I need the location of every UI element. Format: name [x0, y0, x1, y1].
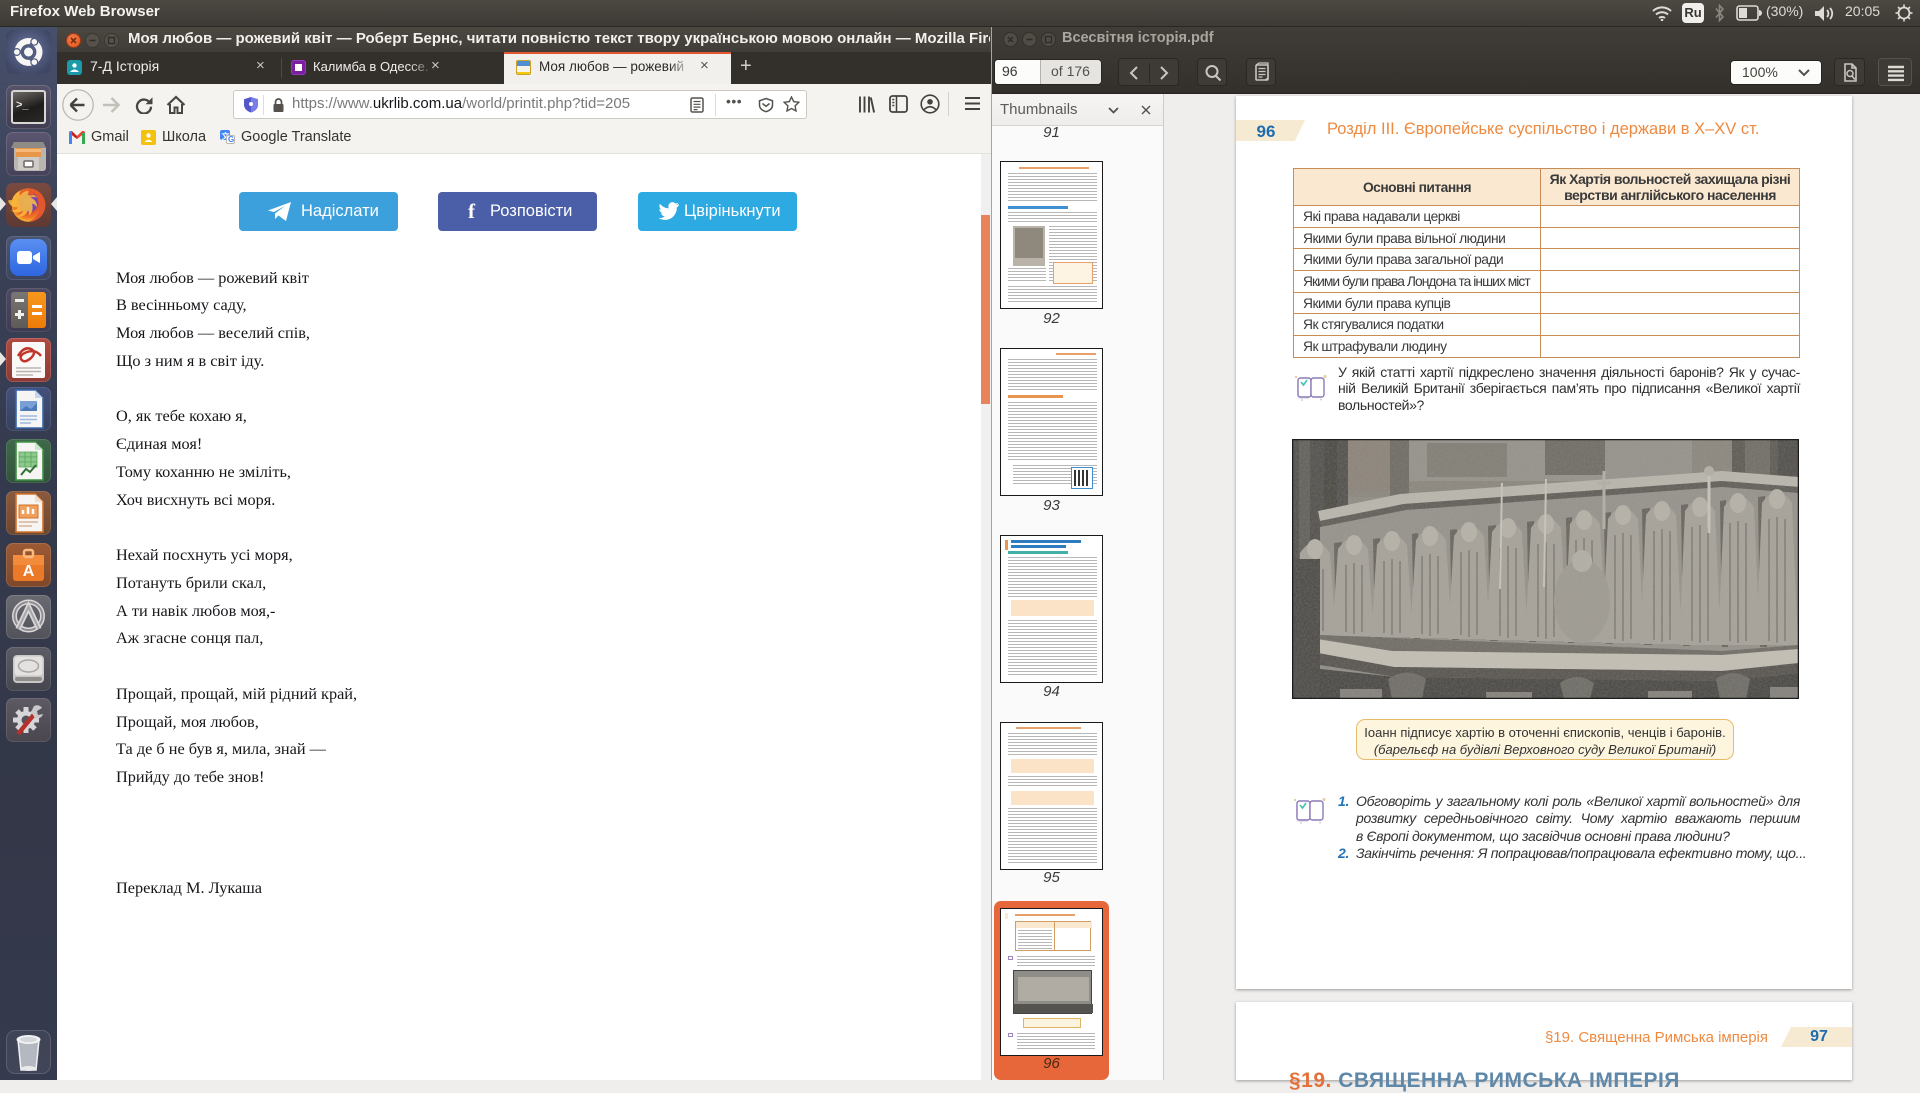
svg-text:A: A	[23, 563, 35, 580]
